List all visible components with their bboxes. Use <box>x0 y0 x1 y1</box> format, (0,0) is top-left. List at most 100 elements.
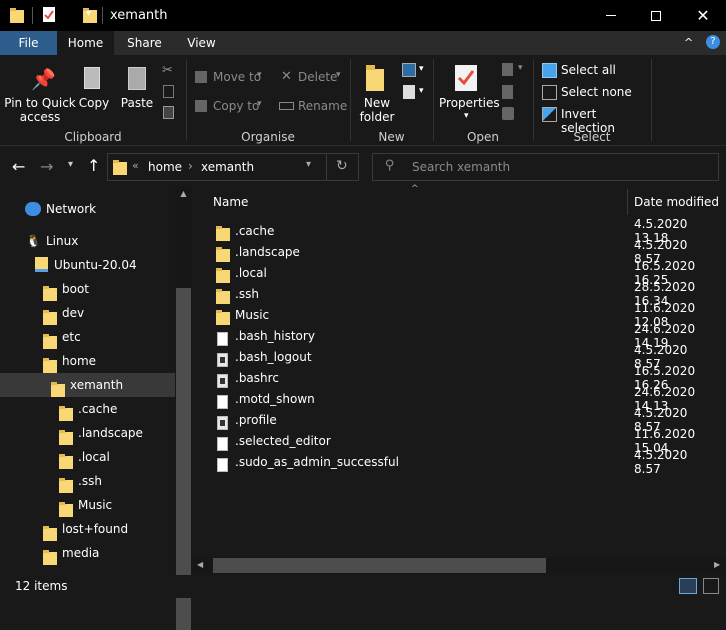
invert-selection-button[interactable]: Invert selection <box>542 106 652 135</box>
file-icon <box>217 436 228 451</box>
horizontal-scrollbar[interactable]: ◀ ▶ <box>193 557 726 574</box>
tree-item-network[interactable]: Network <box>0 197 175 221</box>
select-group-label: Select <box>573 130 611 144</box>
easy-access-icon[interactable] <box>403 85 415 99</box>
copy-button[interactable]: Copy <box>76 65 112 115</box>
address-dropdown-icon[interactable]: ▾ <box>306 159 311 170</box>
delete-button[interactable]: ✕ Delete ▾ <box>279 69 345 87</box>
breadcrumb-home[interactable]: home <box>148 160 182 174</box>
open-icon[interactable] <box>502 63 513 76</box>
select-none-label: Select none <box>561 85 632 99</box>
folder-icon <box>43 309 57 325</box>
details-view-icon[interactable] <box>679 578 697 594</box>
file-name: .sudo_as_admin_successful <box>235 454 399 469</box>
search-input[interactable]: Search xemanth <box>412 160 510 174</box>
maximize-icon <box>651 10 661 21</box>
quick-access-dropdown-icon[interactable]: ▾ <box>86 8 91 19</box>
chevron-right-icon[interactable]: › <box>188 159 193 173</box>
refresh-icon[interactable]: ↻ <box>336 158 348 174</box>
close-icon: ✕ <box>696 6 710 25</box>
properties-label: Properties <box>439 96 500 110</box>
folder-icon <box>59 453 73 469</box>
copy-label: Copy <box>78 96 110 110</box>
file-name: .motd_shown <box>235 391 315 406</box>
tab-home[interactable]: Home <box>57 31 114 55</box>
minimize-button[interactable] <box>588 0 634 31</box>
tree-item-local[interactable]: .local <box>0 445 175 469</box>
tree-item-ubuntu[interactable]: Ubuntu-20.04 <box>0 253 175 277</box>
file-icon <box>217 394 228 409</box>
breadcrumb-xemanth[interactable]: xemanth <box>201 160 254 174</box>
script-file-icon <box>217 352 228 367</box>
back-arrow-icon[interactable]: ← <box>12 157 25 176</box>
tab-view[interactable]: View <box>173 31 230 55</box>
properties-icon <box>455 65 477 91</box>
file-name: .selected_editor <box>235 433 331 448</box>
select-all-button[interactable]: Select all <box>542 62 642 80</box>
move-to-button[interactable]: Move to ▾ <box>195 69 270 87</box>
pin-icon: 📌 <box>31 67 56 91</box>
close-button[interactable]: ✕ <box>680 0 726 31</box>
history-icon[interactable] <box>502 107 514 120</box>
pin-to-quick-access-button[interactable]: 📌 Pin to Quick access <box>4 65 76 129</box>
help-icon[interactable]: ? <box>706 35 720 49</box>
rename-button[interactable]: Rename <box>279 98 348 116</box>
properties-button[interactable]: Properties ▾ <box>439 63 500 129</box>
up-arrow-icon[interactable]: ↑ <box>87 156 100 175</box>
folder-icon <box>216 226 230 241</box>
tab-share[interactable]: Share <box>116 31 173 55</box>
tab-file[interactable]: File <box>0 31 57 55</box>
properties-quick-icon[interactable] <box>43 7 55 22</box>
invert-selection-icon <box>542 107 557 122</box>
maximize-button[interactable] <box>633 0 679 31</box>
delete-icon: ✕ <box>281 69 292 84</box>
new-folder-label: New folder <box>359 96 395 124</box>
tree-item-linux[interactable]: 🐧 Linux <box>0 229 175 253</box>
paste-label: Paste <box>120 96 154 110</box>
table-row[interactable]: .sudo_as_admin_successful 4.5.2020 8.57 <box>213 448 713 476</box>
overflow-icon[interactable]: « <box>132 159 139 172</box>
paste-button[interactable]: Paste <box>117 65 157 115</box>
horizontal-scroll-thumb[interactable] <box>213 558 546 573</box>
large-icons-view-icon[interactable] <box>703 578 719 594</box>
search-box[interactable]: ⚲ Search xemanth <box>372 153 719 181</box>
folder-icon <box>43 285 57 301</box>
tree-item-landscape[interactable]: .landscape <box>0 421 175 445</box>
new-item-icon[interactable] <box>402 63 416 77</box>
select-all-label: Select all <box>561 63 616 77</box>
tree-scrollbar[interactable]: ▲ <box>175 186 192 630</box>
copy-path-icon[interactable] <box>163 85 174 98</box>
copy-to-button[interactable]: Copy to ▾ <box>195 98 270 116</box>
recent-locations-icon[interactable]: ▾ <box>68 159 73 170</box>
tree-item-boot[interactable]: boot <box>0 277 175 301</box>
tree-item-etc[interactable]: etc <box>0 325 175 349</box>
select-none-button[interactable]: Select none <box>542 84 642 102</box>
folder-icon <box>43 525 57 541</box>
rename-label: Rename <box>298 99 348 113</box>
tree-item-dev[interactable]: dev <box>0 301 175 325</box>
folder-icon <box>216 268 230 283</box>
select-none-icon <box>542 85 557 100</box>
tree-item-cache[interactable]: .cache <box>0 397 175 421</box>
column-header-name[interactable]: Name <box>205 191 627 213</box>
tree-item-media[interactable]: media <box>0 541 175 565</box>
forward-arrow-icon[interactable]: → <box>40 157 53 176</box>
address-bar[interactable]: « home › xemanth ▾ ↻ <box>107 153 359 181</box>
folder-icon <box>59 477 73 493</box>
tree-item-ssh[interactable]: .ssh <box>0 469 175 493</box>
column-header-date-modified[interactable]: Date modified <box>628 191 726 213</box>
file-name: .landscape <box>235 244 300 259</box>
rename-icon <box>279 102 294 110</box>
tree-item-xemanth[interactable]: xemanth <box>0 373 175 397</box>
tree-item-home[interactable]: home <box>0 349 175 373</box>
cut-icon[interactable]: ✂ <box>162 63 173 78</box>
folder-icon <box>216 247 230 262</box>
collapse-ribbon-icon[interactable]: ^ <box>684 36 693 49</box>
file-name: .bash_history <box>235 328 315 343</box>
folder-icon <box>216 310 230 325</box>
paste-shortcut-icon[interactable] <box>163 106 174 119</box>
new-folder-button[interactable]: New folder <box>355 63 399 125</box>
tree-item-lost-found[interactable]: lost+found <box>0 517 175 541</box>
tree-item-music[interactable]: Music <box>0 493 175 517</box>
edit-icon[interactable] <box>502 85 513 99</box>
